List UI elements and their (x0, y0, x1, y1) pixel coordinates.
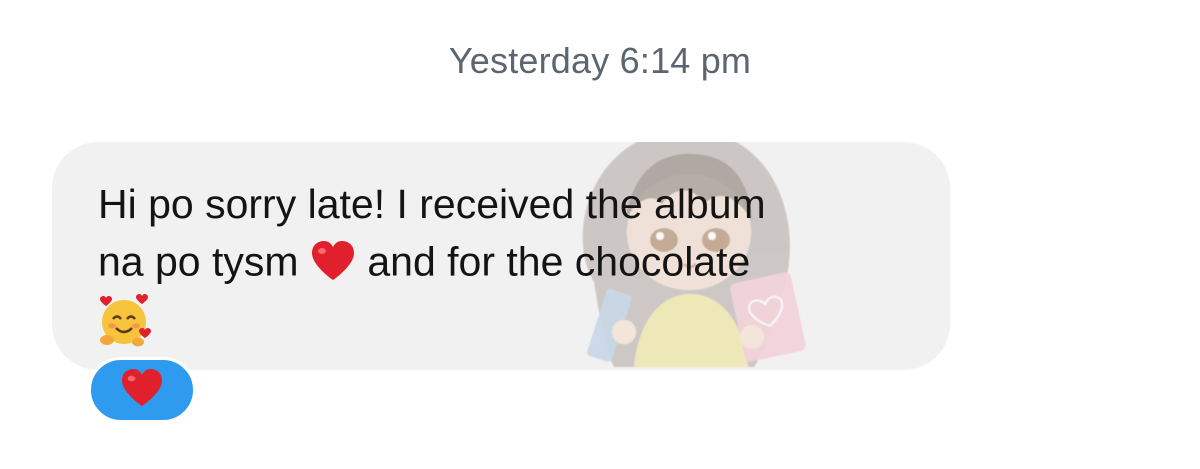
message-text-segment: na po tysm (98, 238, 299, 285)
red-heart-icon (310, 240, 356, 289)
message-reaction-badge[interactable] (88, 357, 196, 423)
red-heart-icon (120, 368, 164, 413)
message-text-line-2: na po tysm and for the chocolate (98, 240, 750, 289)
chat-screen: Yesterday 6:14 pm Hi po sorry late! I re… (0, 0, 1200, 469)
message-timestamp: Yesterday 6:14 pm (448, 40, 752, 81)
message-text-line-1: Hi po sorry late! I received the album (98, 181, 766, 227)
incoming-message-bubble[interactable]: Hi po sorry late! I received the album n… (52, 142, 950, 370)
message-text-line-3 (98, 294, 152, 355)
message-text-segment: and for the chocolate (367, 238, 751, 285)
smiling-face-with-hearts-icon (98, 294, 152, 355)
